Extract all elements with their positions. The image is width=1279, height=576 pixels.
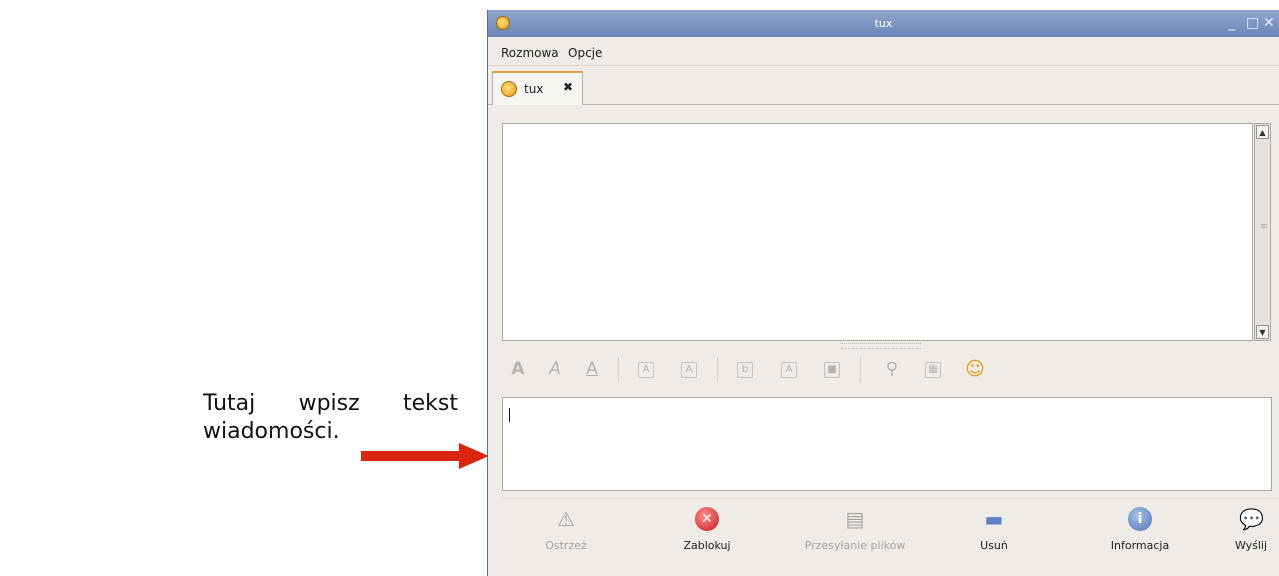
menu-opcje[interactable]: Opcje <box>568 46 602 60</box>
send-label: Wyślij <box>1234 539 1268 552</box>
info-button[interactable]: i Informacja <box>1100 507 1180 552</box>
toolbar-separator <box>717 357 718 383</box>
remove-icon: ▬ <box>984 507 1004 531</box>
action-button-bar: ⚠ Ostrzeż ✕ Zablokuj ▤ Przesyłanie plikó… <box>502 498 1279 569</box>
text-caret <box>509 408 510 422</box>
warn-button[interactable]: ⚠ Ostrzeż <box>536 507 596 552</box>
caption-word: wpisz <box>298 391 360 416</box>
image-icon[interactable]: ▦ <box>925 362 941 378</box>
window-title: tux <box>874 17 893 30</box>
font-face-icon[interactable]: b <box>737 362 753 378</box>
scroll-down-arrow-icon[interactable]: ▼ <box>1256 325 1269 339</box>
caption-word: tekst <box>402 391 458 416</box>
bg-color-icon[interactable]: ■ <box>824 362 840 378</box>
fg-color-icon[interactable]: A <box>781 362 797 378</box>
block-label: Zablokuj <box>683 539 731 552</box>
info-label: Informacja <box>1110 539 1170 552</box>
smiley-icon[interactable]: ☺ <box>965 359 985 379</box>
menu-bar: Rozmowa Opcje <box>488 37 1279 66</box>
scroll-grip-icon[interactable]: ≡ <box>1260 222 1268 232</box>
cropped-text-fragment <box>200 0 260 6</box>
conversation-scrollbar[interactable]: ▲ ≡ ▼ <box>1254 123 1271 341</box>
toolbar-separator <box>860 357 861 383</box>
chat-window: tux _ □ ✕ Rozmowa Opcje tux ✖ ▲ ≡ ▼ A A … <box>487 10 1279 576</box>
minimize-button[interactable]: _ <box>1228 15 1235 31</box>
maximize-button[interactable]: □ <box>1246 15 1259 31</box>
tab-strip: tux ✖ <box>488 66 1279 105</box>
block-icon: ✕ <box>695 507 719 531</box>
caption-word: Tutaj <box>203 391 256 416</box>
tab-label: tux <box>524 82 544 96</box>
remove-label: Usuń <box>980 539 1008 552</box>
warn-label: Ostrzeż <box>545 539 587 552</box>
instruction-caption: Tutaj wpisz tekst wiadomości. <box>203 390 458 446</box>
send-speech-bubble-icon: 💬 <box>1239 507 1264 531</box>
pointer-arrow <box>361 443 489 469</box>
remove-button[interactable]: ▬ Usuń <box>969 507 1019 552</box>
warning-icon: ⚠ <box>557 507 575 531</box>
font-grow-icon[interactable]: A <box>638 362 654 378</box>
conversation-history[interactable] <box>502 123 1253 341</box>
info-icon: i <box>1128 507 1152 531</box>
buddy-icon <box>501 81 517 97</box>
toolbar-separator <box>618 357 619 383</box>
tab-close-icon[interactable]: ✖ <box>563 80 573 94</box>
menu-rozmowa[interactable]: Rozmowa <box>501 46 559 60</box>
format-toolbar: A A A A A b A ■ ⚲ ▦ ☺ <box>502 351 1272 389</box>
italic-icon[interactable]: A <box>545 359 565 379</box>
scroll-up-arrow-icon[interactable]: ▲ <box>1256 125 1269 139</box>
message-input[interactable] <box>502 397 1272 491</box>
block-button[interactable]: ✕ Zablokuj <box>672 507 742 552</box>
pane-splitter[interactable] <box>841 343 921 349</box>
file-transfer-icon: ▤ <box>845 507 865 531</box>
title-bar[interactable]: tux _ □ ✕ <box>488 10 1279 37</box>
underline-icon[interactable]: A <box>582 359 602 379</box>
send-file-button[interactable]: ▤ Przesyłanie plików <box>790 507 920 552</box>
send-button[interactable]: 💬 Wyślij <box>1229 507 1273 552</box>
tab-tux[interactable]: tux ✖ <box>492 71 583 105</box>
close-button[interactable]: ✕ <box>1263 15 1275 31</box>
font-shrink-icon[interactable]: A <box>681 362 697 378</box>
bold-icon[interactable]: A <box>508 359 528 379</box>
send-file-label: Przesyłanie plików <box>804 539 906 552</box>
link-icon[interactable]: ⚲ <box>882 359 902 379</box>
